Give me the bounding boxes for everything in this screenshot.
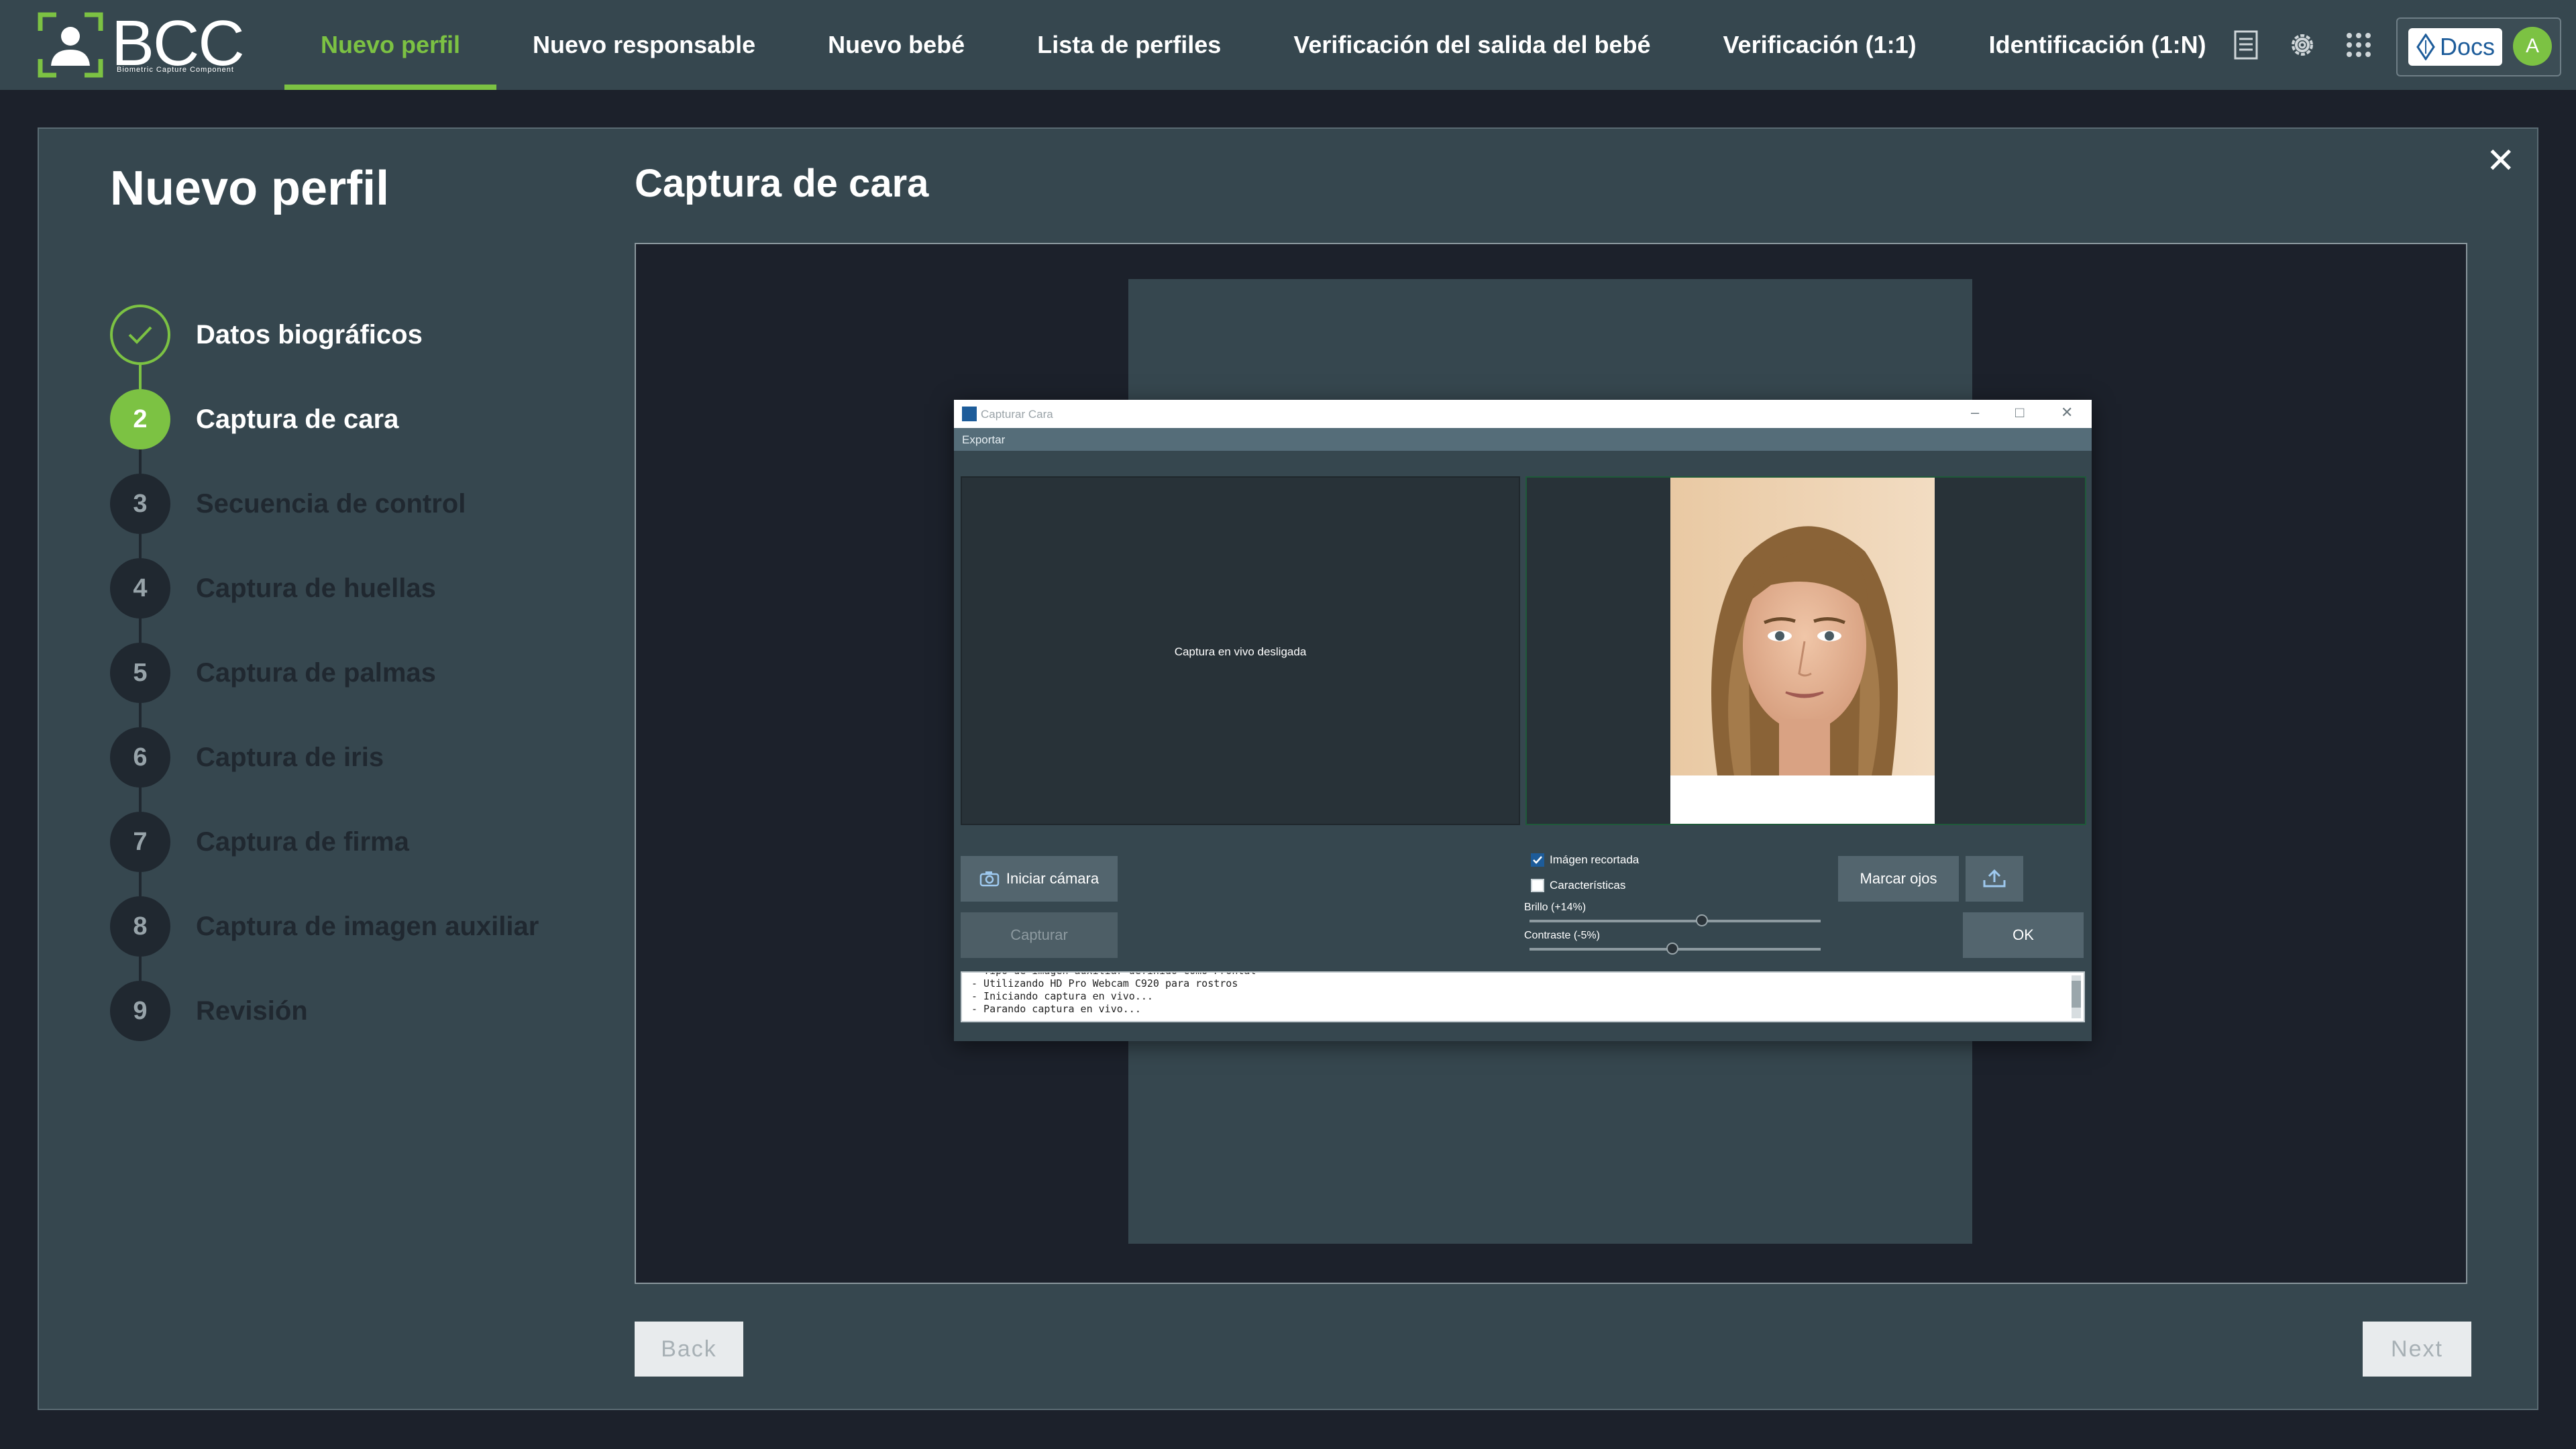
back-button[interactable]: Back (635, 1322, 743, 1377)
docs-label: Docs (2439, 33, 2496, 60)
dialog-title-bar: Capturar Cara – □ ✕ (954, 400, 2092, 428)
step-captura-de-palmas: 5 Captura de palmas (110, 631, 580, 727)
app-grid-icon[interactable] (2340, 23, 2377, 67)
step-label: Secuencia de control (196, 488, 466, 519)
contrast-label: Contraste (-5%) (1524, 930, 1600, 941)
upload-icon (1983, 869, 2006, 888)
docs-button[interactable]: Docs (2408, 28, 2502, 66)
step-number: 5 (110, 643, 170, 703)
capture-face-dialog: Capturar Cara – □ ✕ Exportar Captura en … (954, 400, 2092, 1041)
person-frame-icon (38, 12, 103, 78)
log-scrollbar[interactable] (2072, 975, 2081, 1018)
main-nav: Nuevo perfil Nuevo responsable Nuevo beb… (284, 0, 2243, 90)
step-label: Revisión (196, 996, 308, 1026)
log-lines: - Tipo de imagen auxiliar definido como … (962, 973, 1256, 1016)
docs-and-user: Docs A (2396, 17, 2561, 76)
toolbar-icons (2227, 23, 2377, 67)
nav-verificacion-salida-bebe[interactable]: Verificación del salida del bebé (1257, 0, 1686, 90)
captured-face-pane (1525, 476, 2086, 825)
step-label: Datos biográficos (196, 319, 423, 350)
features-label: Características (1550, 879, 1626, 892)
contrast-slider[interactable] (1529, 943, 1821, 955)
logo-subtitle: Biometric Capture Component (117, 66, 234, 74)
step-number: 9 (110, 981, 170, 1041)
step-captura-de-firma: 7 Captura de firma (110, 800, 580, 896)
step-label: Captura de cara (196, 404, 399, 434)
step-number: 7 (110, 812, 170, 872)
features-checkbox[interactable] (1531, 879, 1544, 892)
nav-nuevo-responsable[interactable]: Nuevo responsable (496, 0, 792, 90)
step-captura-de-cara[interactable]: 2 Captura de cara (110, 377, 580, 474)
nav-nuevo-perfil[interactable]: Nuevo perfil (284, 0, 497, 90)
upload-button[interactable] (1966, 856, 2023, 902)
step-label: Captura de huellas (196, 573, 436, 603)
start-camera-label: Iniciar cámara (1006, 870, 1099, 887)
check-icon (110, 305, 170, 365)
step-secuencia-de-control: 3 Secuencia de control (110, 462, 580, 558)
wizard-steps: Datos biográficos 2 Captura de cara 3 Se… (110, 292, 580, 1053)
step-label: Captura de firma (196, 826, 409, 857)
step-number: 8 (110, 896, 170, 957)
cropped-image-option: Imágen recortada (1531, 853, 1639, 867)
cropped-image-label: Imágen recortada (1550, 853, 1640, 866)
start-camera-button[interactable]: Iniciar cámara (961, 856, 1118, 902)
step-number: 4 (110, 558, 170, 619)
ok-button[interactable]: OK (1963, 912, 2084, 958)
nav-nuevo-bebe[interactable]: Nuevo bebé (792, 0, 1001, 90)
step-label: Captura de palmas (196, 657, 436, 688)
step-label: Captura de imagen auxiliar (196, 911, 539, 941)
top-navigation-bar: BCC Biometric Capture Component Nuevo pe… (0, 0, 2576, 90)
step-number: 2 (110, 389, 170, 449)
captured-face-image (1670, 478, 1935, 824)
log-scrollbar-thumb[interactable] (2072, 981, 2081, 1008)
close-icon[interactable]: ✕ (2486, 141, 2516, 181)
step-number: 3 (110, 474, 170, 534)
step-captura-de-iris: 6 Captura de iris (110, 715, 580, 812)
brightness-slider-knob[interactable] (1696, 914, 1708, 926)
nav-verificacion-1-1[interactable]: Verificación (1:1) (1687, 0, 1953, 90)
dialog-title: Capturar Cara (981, 408, 1053, 421)
log-line: - Parando captura en vivo... (971, 1003, 1141, 1015)
maximize-icon[interactable]: □ (2015, 404, 2024, 421)
capture-button[interactable]: Capturar (961, 912, 1118, 958)
log-line: - Iniciando captura en vivo... (971, 990, 1153, 1002)
brightness-slider[interactable] (1529, 914, 1821, 926)
live-capture-pane: Captura en vivo desligada (961, 476, 1520, 825)
log-line: - Tipo de imagen auxiliar definido como … (962, 973, 1256, 977)
section-title: Captura de cara (635, 162, 929, 205)
step-label: Captura de iris (196, 742, 384, 772)
mark-eyes-button[interactable]: Marcar ojos (1838, 856, 1959, 902)
step-datos-biograficos[interactable]: Datos biográficos (110, 292, 580, 389)
step-captura-de-huellas: 4 Captura de huellas (110, 546, 580, 643)
features-option: Características (1531, 879, 1625, 892)
nav-identificacion-1-n[interactable]: Identificación (1:N) (1953, 0, 2243, 90)
live-capture-status: Captura en vivo desligada (1174, 645, 1307, 658)
document-list-icon[interactable] (2227, 23, 2265, 67)
page-title: Nuevo perfil (110, 162, 390, 215)
step-number: 6 (110, 727, 170, 788)
contrast-slider-knob[interactable] (1666, 943, 1678, 955)
pen-nib-icon (2416, 34, 2435, 60)
menu-exportar[interactable]: Exportar (962, 433, 1005, 447)
log-output[interactable]: - Tipo de imagen auxiliar definido como … (961, 971, 2085, 1022)
bcc-logo[interactable]: BCC Biometric Capture Component (38, 7, 246, 79)
app-window-icon (962, 407, 977, 421)
gear-icon[interactable] (2284, 23, 2321, 67)
close-icon[interactable]: ✕ (2061, 404, 2073, 421)
nav-lista-de-perfiles[interactable]: Lista de perfiles (1001, 0, 1257, 90)
dialog-menu-bar: Exportar (954, 428, 2092, 451)
user-avatar[interactable]: A (2513, 27, 2552, 66)
step-captura-de-imagen-auxiliar: 8 Captura de imagen auxiliar (110, 884, 580, 981)
log-line: - Utilizando HD Pro Webcam C920 para ros… (971, 977, 1238, 989)
step-revision: 9 Revisión (110, 969, 580, 1053)
brightness-label: Brillo (+14%) (1524, 902, 1587, 913)
minimize-icon[interactable]: – (1971, 404, 1979, 421)
cropped-image-checkbox[interactable] (1531, 853, 1544, 867)
next-button[interactable]: Next (2363, 1322, 2471, 1377)
camera-icon (979, 871, 1000, 887)
